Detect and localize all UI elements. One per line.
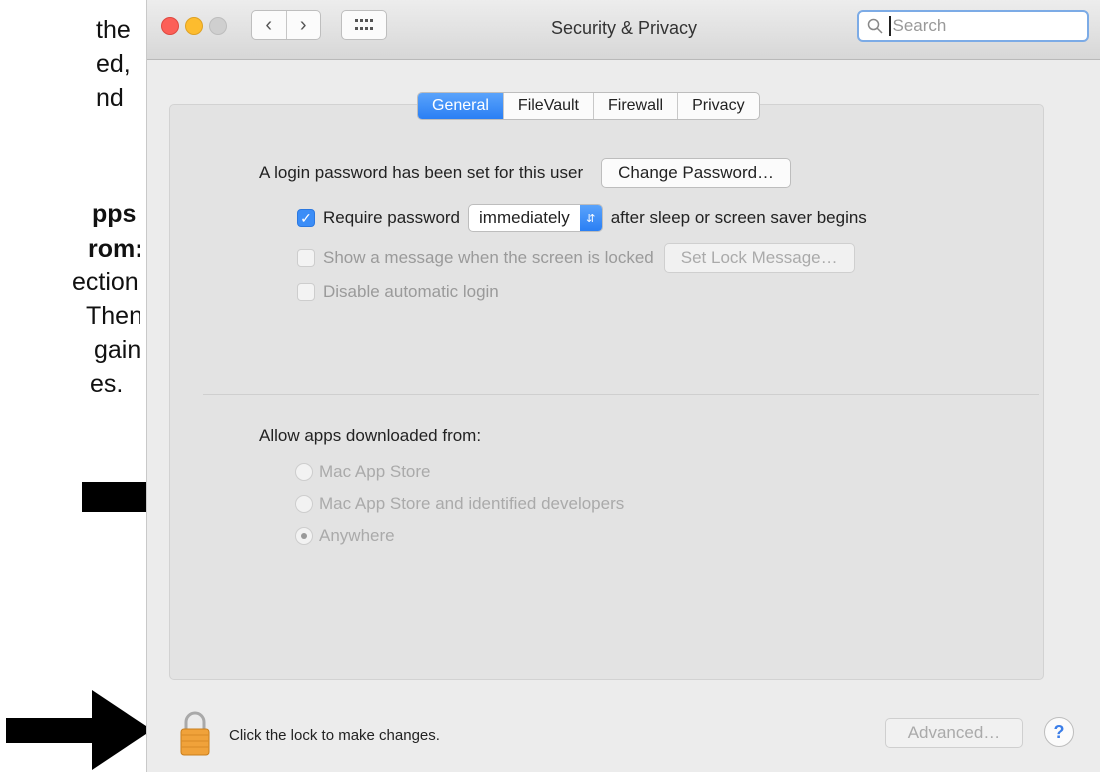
login-password-text: A login password has been set for this u… (259, 163, 584, 182)
login-password-row: A login password has been set for this u… (259, 158, 792, 188)
security-privacy-window: ‹ › Security & Privacy Search General Fi… (146, 0, 1100, 772)
radio-button[interactable] (295, 463, 313, 481)
instruction-line: ection (72, 268, 139, 296)
instruction-line: pps (92, 200, 137, 228)
arrow-icon (6, 690, 152, 770)
advanced-button[interactable]: Advanced… (885, 718, 1023, 748)
require-password-select[interactable]: immediately ⇵ (468, 204, 603, 232)
stepper-arrows-icon: ⇵ (579, 205, 602, 231)
search-icon (867, 18, 883, 34)
require-password-checkbox[interactable]: ✓ (297, 209, 315, 227)
text-cursor (889, 16, 891, 36)
tab-filevault[interactable]: FileVault (504, 93, 594, 119)
disable-auto-login-checkbox[interactable] (297, 283, 315, 301)
radio-identified-developers[interactable]: Mac App Store and identified developers (295, 494, 624, 514)
radio-label: Mac App Store (319, 462, 431, 481)
show-message-checkbox[interactable] (297, 249, 315, 267)
padlock-icon[interactable] (179, 710, 211, 756)
radio-label: Anywhere (319, 526, 395, 545)
allow-apps-heading: Allow apps downloaded from: (259, 426, 482, 445)
tab-general[interactable]: General (418, 93, 504, 119)
instruction-line: rom:, (88, 235, 140, 263)
show-message-label: Show a message when the screen is locked (323, 248, 654, 267)
instruction-text: the ed, nd pps rom:, ection Then gain es… (0, 0, 140, 772)
show-message-row: Show a message when the screen is locked… (297, 243, 855, 273)
radio-button[interactable] (295, 495, 313, 513)
lock-label: Click the lock to make changes. (229, 727, 440, 744)
radio-mac-app-store[interactable]: Mac App Store (295, 462, 431, 482)
radio-button[interactable] (295, 527, 313, 545)
disable-auto-login-label: Disable automatic login (323, 282, 499, 301)
tab-firewall[interactable]: Firewall (594, 93, 679, 119)
require-password-label: Require password (323, 208, 461, 227)
change-password-button[interactable]: Change Password… (601, 158, 792, 188)
search-field[interactable]: Search (857, 10, 1089, 42)
section-divider (203, 394, 1039, 395)
instruction-line: ed, (96, 50, 131, 78)
help-button[interactable]: ? (1044, 717, 1074, 747)
instruction-line: nd (96, 84, 124, 112)
set-lock-message-button[interactable]: Set Lock Message… (663, 243, 855, 273)
tab-panel (169, 104, 1044, 680)
require-password-select-value: immediately (479, 208, 570, 227)
radio-anywhere[interactable]: Anywhere (295, 526, 395, 546)
radio-label: Mac App Store and identified developers (319, 494, 625, 513)
title-bar: ‹ › Security & Privacy Search (147, 0, 1100, 60)
instruction-line: Then (86, 302, 140, 330)
instruction-line: the (96, 16, 131, 44)
instruction-line: gain (94, 336, 140, 364)
require-password-row: ✓ Require password immediately ⇵ after s… (297, 204, 867, 232)
require-password-suffix: after sleep or screen saver begins (610, 208, 867, 227)
disable-auto-login-row: Disable automatic login (297, 282, 499, 302)
tab-bar: General FileVault Firewall Privacy (417, 92, 760, 120)
instruction-line: es. (90, 370, 124, 398)
search-placeholder: Search (892, 16, 947, 35)
tab-privacy[interactable]: Privacy (678, 93, 758, 119)
